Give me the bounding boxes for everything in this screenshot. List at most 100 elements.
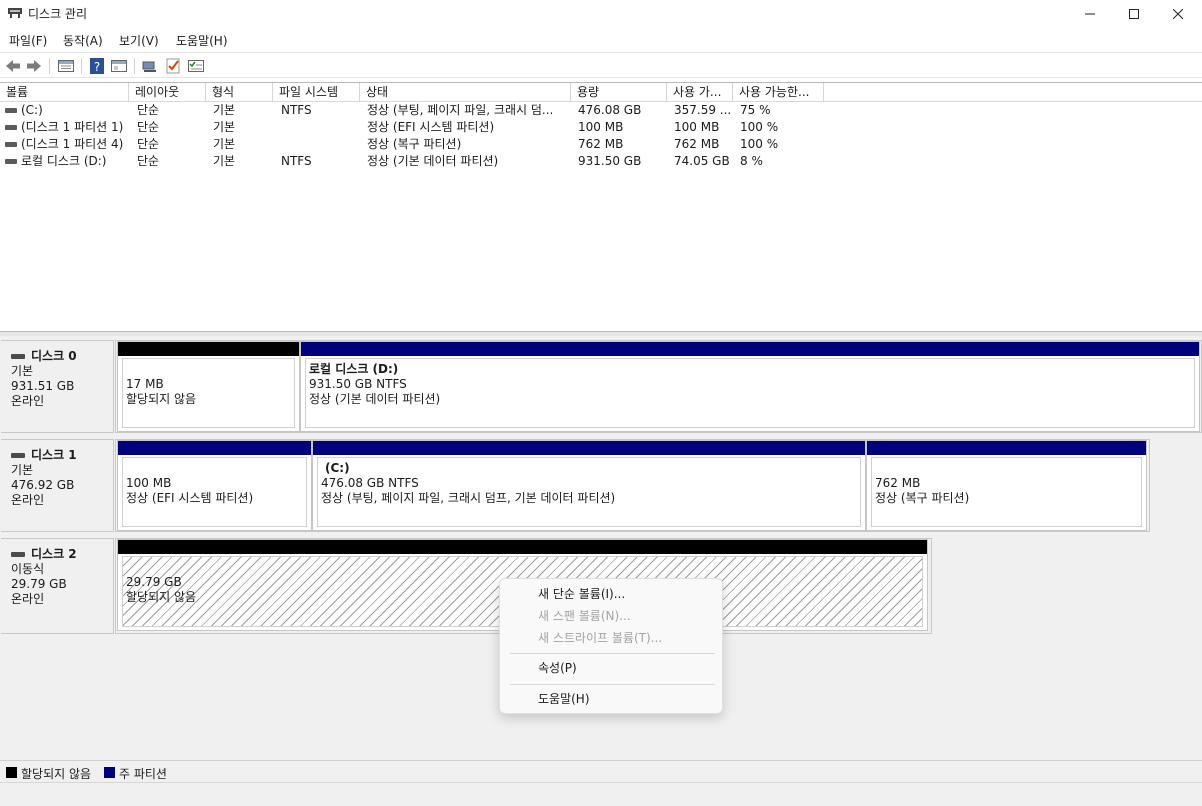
disk-name-row: 디스크 0	[11, 349, 113, 364]
disk-kind: 이동식	[11, 562, 45, 576]
menu-bar: 파일(F) 동작(A) 보기(V) 도움말(H)	[0, 28, 1202, 50]
volume-type: 기본	[213, 137, 236, 151]
menu-item-properties[interactable]: 속성(P)	[501, 656, 723, 680]
disk-state: 온라인	[11, 394, 45, 408]
volume-status: 정상 (EFI 시스템 파티션)	[367, 120, 495, 134]
back-arrow-icon[interactable]	[4, 57, 22, 75]
status-bar	[0, 782, 1202, 806]
partition-bar	[301, 342, 1199, 356]
disk-icon	[11, 354, 25, 359]
column-header-free-space[interactable]: 사용 가...	[667, 83, 733, 102]
volume-icon	[5, 159, 17, 164]
partition-efi[interactable]: 100 MB 정상 (EFI 시스템 파티션)	[117, 440, 312, 531]
disk-state: 온라인	[11, 493, 45, 507]
volume-capacity: 100 MB	[578, 120, 624, 134]
disk-name-row: 디스크 1	[11, 448, 113, 463]
partition-recovery[interactable]: 762 MB 정상 (복구 파티션)	[866, 440, 1147, 531]
volume-row[interactable]: (디스크 1 파티션 1) 단순 기본 정상 (EFI 시스템 파티션) 100…	[0, 119, 1202, 136]
menu-help[interactable]: 도움말(H)	[176, 32, 228, 49]
menu-separator	[510, 684, 715, 685]
column-header-volume[interactable]: 볼륨	[0, 83, 129, 102]
partition-status: 정상 (기본 데이터 파티션)	[309, 392, 441, 406]
title-bar: 디스크 관리	[0, 0, 1202, 28]
volume-capacity: 762 MB	[578, 137, 624, 151]
partition-size: 17 MB	[126, 377, 164, 391]
menu-action[interactable]: 동작(A)	[63, 32, 103, 49]
menu-file[interactable]: 파일(F)	[9, 32, 47, 49]
disk-size: 476.92 GB	[11, 478, 75, 492]
toolbar-separator	[134, 58, 135, 74]
disk-info-1[interactable]: 디스크 1 기본 476.92 GB 온라인	[1, 439, 114, 532]
properties-icon[interactable]	[110, 57, 128, 75]
volume-free-space: 74.05 GB	[674, 154, 730, 168]
partition-bar	[118, 540, 927, 554]
menu-view[interactable]: 보기(V)	[119, 32, 159, 49]
maximize-button[interactable]	[1112, 0, 1156, 28]
volume-list-header: 볼륨 레이아웃 형식 파일 시스템 상태 용량 사용 가... 사용 가능한..…	[0, 83, 1202, 102]
menu-item-help[interactable]: 도움말(H)	[501, 687, 723, 711]
toolbar-separator	[81, 58, 82, 74]
partition-unallocated[interactable]: 17 MB 할당되지 않음	[117, 341, 300, 432]
forward-arrow-icon[interactable]	[25, 57, 43, 75]
volume-type: 기본	[213, 103, 236, 117]
window-title: 디스크 관리	[28, 7, 88, 21]
volume-list: 볼륨 레이아웃 형식 파일 시스템 상태 용량 사용 가... 사용 가능한..…	[0, 82, 1202, 332]
volume-name: (C:)	[21, 103, 43, 117]
help-icon[interactable]: ?	[88, 57, 106, 75]
column-header-status[interactable]: 상태	[360, 83, 571, 102]
column-header-type[interactable]: 형식	[206, 83, 273, 102]
disk-name-row: 디스크 2	[11, 547, 113, 562]
partition-d-drive[interactable]: 로컬 디스크 (D:) 931.50 GB NTFS 정상 (기본 데이터 파티…	[300, 341, 1200, 432]
volume-name: (디스크 1 파티션 1)	[21, 120, 124, 134]
partition-size: 762 MB	[875, 476, 921, 490]
volume-name: (디스크 1 파티션 4)	[21, 137, 124, 151]
disk-info-0[interactable]: 디스크 0 기본 931.51 GB 온라인	[1, 340, 114, 433]
disk-name: 디스크 2	[31, 547, 77, 561]
partition-c-drive[interactable]: (C:) 476.08 GB NTFS 정상 (부팅, 페이지 파일, 크래시 …	[312, 440, 866, 531]
partition-status: 정상 (부팅, 페이지 파일, 크래시 덤프, 기본 데이터 파티션)	[321, 491, 616, 505]
volume-status: 정상 (부팅, 페이지 파일, 크래시 덤...	[367, 103, 554, 117]
partition-bar	[118, 441, 311, 455]
svg-text:?: ?	[94, 60, 100, 74]
column-header-layout[interactable]: 레이아웃	[129, 83, 206, 102]
volume-row[interactable]: 로컬 디스크 (D:) 단순 기본 NTFS 정상 (기본 데이터 파티션) 9…	[0, 153, 1202, 170]
column-header-percent-free[interactable]: 사용 가능한...	[733, 83, 824, 102]
volume-type: 기본	[213, 120, 236, 134]
column-header-capacity[interactable]: 용량	[571, 83, 667, 102]
disk-icon	[11, 453, 25, 458]
partition-title: (C:)	[325, 461, 350, 475]
partition-bar	[118, 342, 299, 356]
maximize-icon	[1129, 9, 1139, 19]
partition-title	[126, 560, 919, 575]
volume-row[interactable]: (디스크 1 파티션 4) 단순 기본 정상 (복구 파티션) 762 MB 7…	[0, 136, 1202, 153]
check-icon[interactable]	[164, 57, 182, 75]
close-button[interactable]	[1156, 0, 1200, 28]
volume-layout: 단순	[137, 103, 160, 117]
disk-size: 29.79 GB	[11, 577, 67, 591]
disk-name: 디스크 1	[31, 448, 77, 462]
disk-info-2[interactable]: 디스크 2 이동식 29.79 GB 온라인	[1, 538, 114, 634]
menu-item-new-simple-volume[interactable]: 새 단순 볼륨(I)...	[501, 582, 723, 606]
partition-title	[875, 461, 1138, 476]
volume-free-space: 357.59 ...	[674, 103, 732, 117]
connect-icon[interactable]	[141, 57, 159, 75]
volume-percent-free: 75 %	[740, 103, 771, 117]
volume-row[interactable]: (C:) 단순 기본 NTFS 정상 (부팅, 페이지 파일, 크래시 덤...…	[0, 102, 1202, 119]
legend-label-primary: 주 파티션	[119, 767, 167, 781]
column-header-file-system[interactable]: 파일 시스템	[273, 83, 360, 102]
disk-partitions-0: 17 MB 할당되지 않음 로컬 디스크 (D:) 931.50 GB NTFS…	[115, 340, 1202, 433]
partition-bar	[867, 441, 1146, 455]
partition-body: 로컬 디스크 (D:) 931.50 GB NTFS 정상 (기본 데이터 파티…	[305, 358, 1195, 428]
disk-partitions-1: 100 MB 정상 (EFI 시스템 파티션) (C:) 476.08 GB N…	[115, 439, 1150, 532]
volume-status: 정상 (복구 파티션)	[367, 137, 462, 151]
minimize-button[interactable]	[1068, 0, 1112, 28]
list-view-icon[interactable]	[57, 57, 75, 75]
partition-title	[126, 362, 291, 377]
disk-icon	[11, 552, 25, 557]
volume-icon	[5, 125, 17, 130]
context-menu: 새 단순 볼륨(I)... 새 스팬 볼륨(N)... 새 스트라이프 볼륨(T…	[499, 578, 723, 714]
volume-free-space: 762 MB	[674, 137, 720, 151]
close-icon	[1173, 9, 1183, 19]
task-icon[interactable]	[187, 57, 205, 75]
disk-kind: 기본	[11, 364, 34, 378]
